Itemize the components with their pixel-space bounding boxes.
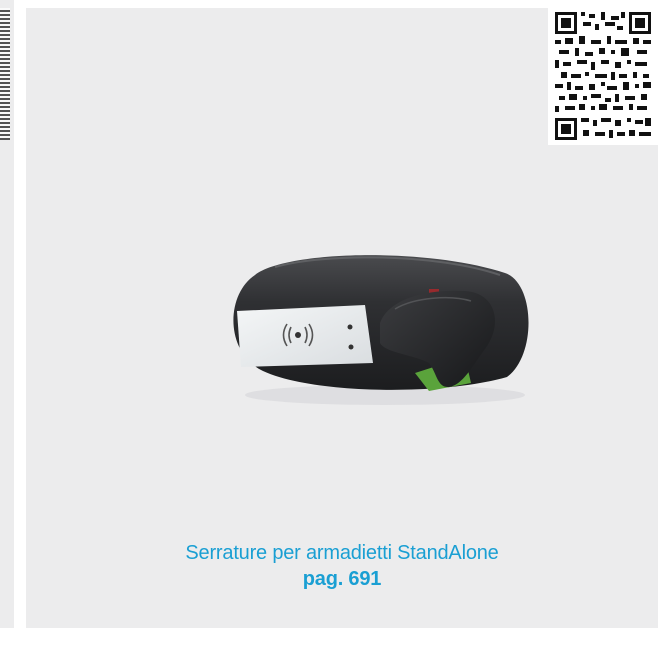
cabinet-lock-image: [215, 245, 545, 420]
product-title[interactable]: Serrature per armadietti StandAlone: [26, 540, 658, 566]
product-caption: Serrature per armadietti StandAlone pag.…: [26, 540, 658, 592]
left-qr-fragment: [0, 8, 10, 140]
qr-code-icon: [548, 8, 658, 145]
page-reference[interactable]: pag. 691: [26, 566, 658, 592]
